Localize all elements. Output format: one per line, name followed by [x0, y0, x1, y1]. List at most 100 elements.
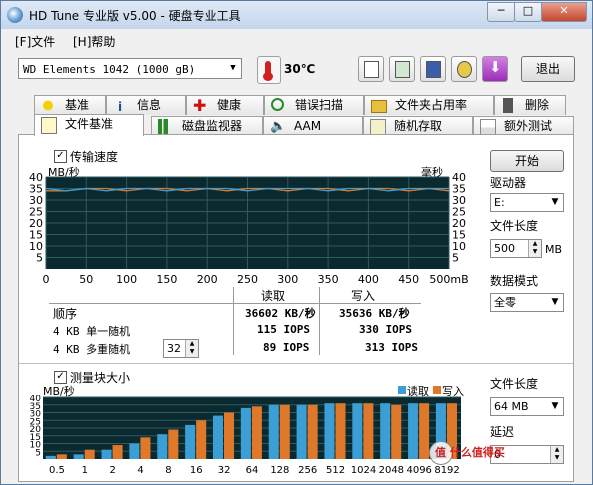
block-x-tick-label: 256 — [298, 465, 317, 476]
queue-depth-stepper[interactable]: 32 ▲ ▼ — [163, 339, 199, 358]
read-bar — [101, 449, 112, 459]
file-size-stepper[interactable]: 500 ▲ ▼ — [490, 239, 542, 258]
block-x-tick-label: 0.5 — [49, 465, 65, 476]
transfer-y2-tick-label: 5 — [452, 252, 459, 265]
row-write-value: 313 IOPS — [365, 341, 418, 354]
read-bar — [380, 403, 391, 459]
save-button[interactable] — [420, 56, 446, 82]
menu-bar: [F]文件 [H]帮助 — [1, 29, 592, 51]
tab-label: 文件夹占用率 — [395, 98, 468, 112]
drive-dropdown[interactable]: WD Elements 1042 (1000 gB) ▼ — [18, 58, 242, 79]
tab-folder-usage[interactable]: 文件夹占用率 — [364, 95, 494, 115]
title-bar[interactable]: HD Tune 专业版 v5.00 - 硬盘专业工具 ─ □ ✕ — [1, 1, 592, 30]
write-bar — [251, 406, 262, 459]
file-length-label: 文件长度 — [490, 377, 539, 391]
read-bar — [268, 404, 279, 459]
tab-health[interactable]: ✚ 健康 — [186, 95, 264, 115]
start-button[interactable]: 开始 — [490, 150, 564, 172]
block-x-tick-label: 8 — [165, 465, 171, 476]
write-bar — [84, 449, 95, 459]
write-bar — [419, 403, 430, 459]
maximize-button[interactable]: □ — [514, 2, 542, 22]
block-x-tick-label: 1 — [82, 465, 88, 476]
transfer-x-tick-label: 400 — [358, 273, 379, 286]
write-bar — [307, 404, 318, 459]
results-header-read: 读取 — [261, 289, 286, 303]
transfer-x-tick-label: 50 — [79, 273, 93, 286]
menu-file[interactable]: [F]文件 — [15, 33, 55, 50]
copy-image-button[interactable] — [389, 56, 415, 82]
watermark-text: 值 什么值得买 — [435, 446, 505, 459]
results-row-4kb-single: 4 KB 单一随机 115 IOPS 330 IOPS — [49, 321, 421, 339]
read-bar — [296, 404, 307, 459]
write-bar — [140, 437, 151, 459]
results-row-4kb-multi: 4 KB 多重随机 89 IOPS 313 IOPS — [49, 339, 421, 357]
tab-erase[interactable]: 删除 — [494, 95, 566, 115]
file-length-value: 64 MB — [494, 400, 529, 413]
legend-write-swatch — [433, 386, 441, 394]
app-window: HD Tune 专业版 v5.00 - 硬盘专业工具 ─ □ ✕ [F]文件 [… — [0, 0, 593, 485]
block-size-chart: 403530252015105 0.5 1 2 4 8 16 32 64 128 256 512 10… — [30, 395, 461, 476]
read-bar — [324, 403, 335, 459]
options-button[interactable] — [451, 56, 477, 82]
read-bar — [212, 415, 224, 459]
file-length-select[interactable]: 64 MB ▼ — [490, 397, 564, 416]
read-bar — [408, 403, 419, 459]
tab-label: 删除 — [525, 98, 550, 112]
tab-disk-monitor[interactable]: 磁盘监视器 — [151, 116, 263, 136]
menu-help[interactable]: [H]帮助 — [73, 33, 115, 50]
close-button[interactable]: ✕ — [541, 2, 587, 22]
block-size-label: 测量块大小 — [70, 371, 131, 385]
tab-benchmark[interactable]: 基准 — [34, 95, 106, 115]
tab-info[interactable]: i 信息 — [106, 95, 186, 115]
minimize-button[interactable]: ─ — [487, 2, 515, 22]
block-x-tick-label: 4 — [137, 465, 143, 476]
row-read-value: 115 IOPS — [257, 323, 310, 336]
write-bar — [224, 412, 235, 459]
results-header-write: 写入 — [351, 289, 376, 303]
download-icon: ⬇ — [489, 58, 502, 76]
transfer-speed-label: 传输速度 — [70, 150, 119, 164]
read-bar — [157, 434, 168, 459]
row-label: 4 KB 多重随机 — [53, 343, 131, 356]
read-bar — [352, 403, 363, 459]
tab-label: 健康 — [217, 98, 242, 112]
read-bar — [129, 443, 140, 459]
read-bar — [45, 455, 56, 459]
download-button[interactable]: ⬇ — [482, 56, 508, 82]
tab-label: 基准 — [65, 98, 90, 112]
transfer-speed-checkbox[interactable]: ✓ — [54, 150, 67, 163]
copy-text-button[interactable] — [358, 56, 384, 82]
save-icon — [426, 61, 441, 78]
transfer-x-tick-label: 200 — [197, 273, 218, 286]
data-mode-label: 数据模式 — [490, 274, 539, 288]
toolbar: WD Elements 1042 (1000 gB) ▼ 30℃ ⬇ 退出 — [1, 51, 592, 89]
row-read-value: 89 IOPS — [263, 341, 310, 354]
erase-icon — [503, 98, 513, 113]
tab-aam[interactable]: 🔈 AAM — [263, 116, 363, 136]
block-x-tick-label: 512 — [326, 465, 345, 476]
drive-select[interactable]: E: ▼ — [490, 193, 564, 212]
transfer-x-tick-label: 250 — [237, 273, 258, 286]
drive-dropdown-value: WD Elements 1042 (1000 gB) — [23, 63, 196, 76]
exit-button[interactable]: 退出 — [521, 56, 575, 82]
tab-random-access[interactable]: 随机存取 — [363, 116, 473, 136]
tab-file-benchmark[interactable]: 文件基准 — [34, 114, 144, 136]
block-x-tick-label: 2 — [109, 465, 115, 476]
tab-error-scan[interactable]: 错误扫描 — [264, 95, 364, 115]
tab-extra-tests[interactable]: 额外测试 — [473, 116, 574, 136]
health-icon: ✚ — [193, 96, 207, 115]
transfer-chart: 403530252015105 403530252015105 0 50 100 15… — [29, 171, 469, 286]
file-size-value: 500 — [494, 242, 515, 255]
row-write-value: 330 IOPS — [359, 323, 412, 336]
queue-depth-value: 32 — [167, 342, 181, 355]
app-icon — [7, 7, 23, 23]
data-mode-select[interactable]: 全零 ▼ — [490, 293, 564, 312]
block-x-tick-label: 64 — [246, 465, 259, 476]
tab-label: 错误扫描 — [295, 98, 344, 112]
row-write-value: 35636 KB/秒 — [339, 307, 410, 320]
tab-label: 信息 — [137, 98, 162, 112]
file-size-unit: MB — [545, 243, 563, 256]
data-mode-value: 全零 — [494, 296, 516, 309]
benchmark-icon — [41, 98, 55, 113]
